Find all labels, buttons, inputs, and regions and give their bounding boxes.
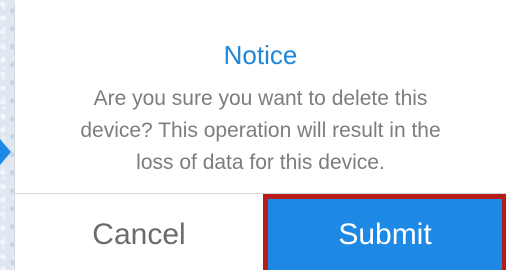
dialog-message: Are you sure you want to delete this dev… [45,83,476,179]
dialog-title: Notice [223,40,298,70]
submit-button[interactable]: Submit [263,194,506,270]
cancel-button[interactable]: Cancel [15,194,263,270]
side-arrow-icon [0,139,11,165]
dialog-message-line: loss of data for this device. [136,151,385,174]
confirm-dialog: Notice Are you sure you want to delete t… [14,0,506,270]
dialog-message-line: device? This operation will result in th… [80,119,441,142]
dialog-message-line: Are you sure you want to delete this [93,87,428,110]
